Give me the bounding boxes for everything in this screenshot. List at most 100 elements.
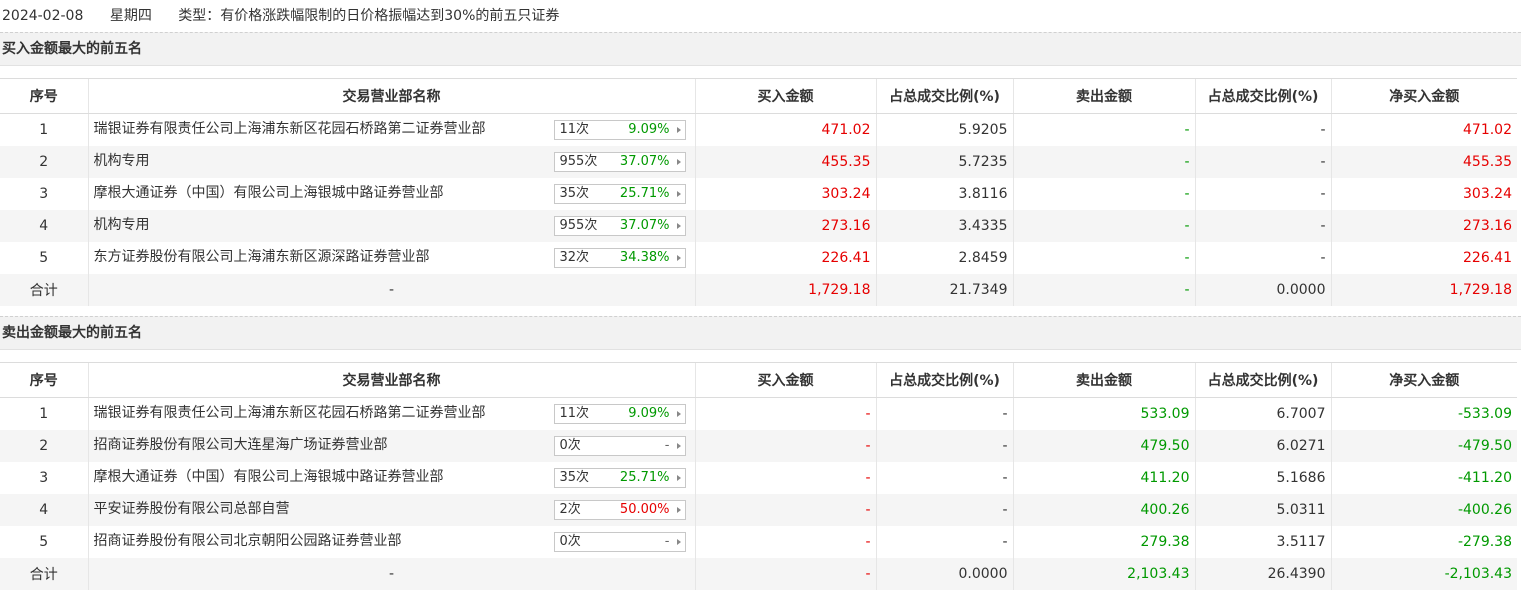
buy-amount: 273.16 [694, 210, 876, 242]
broker-name-link[interactable]: 摩根大通证券（中国）有限公司上海银城中路证券营业部 [94, 466, 444, 486]
sell-ratio: - [1194, 113, 1331, 146]
broker-name-link[interactable]: 瑞银证券有限责任公司上海浦东新区花园石桥路第二证券营业部 [94, 402, 486, 422]
broker-cell: 东方证券股份有限公司上海浦东新区源深路证券营业部 32次 34.38% [87, 242, 695, 274]
row-index: 1 [39, 406, 49, 422]
broker-cell: 瑞银证券有限责任公司上海浦东新区花园石桥路第二证券营业部 11次 9.09% [87, 397, 695, 430]
broker-stats-badge[interactable]: 35次 25.71% [553, 468, 686, 488]
broker-name-link[interactable]: 机构专用 [94, 214, 150, 234]
listing-count: 11次 [559, 122, 590, 137]
caret-right-icon [676, 411, 681, 417]
buy-table: 序号 交易营业部名称 买入金额 占总成交比例(%) 卖出金额 占总成交比例(%)… [0, 78, 1517, 306]
listing-count: 955次 [559, 218, 598, 233]
col-idx-header: 序号 [0, 362, 88, 398]
rise-rate: 25.71% [619, 186, 670, 201]
listing-count: 35次 [559, 186, 590, 201]
sell-amount: - [1012, 113, 1195, 146]
rise-rate: 34.38% [619, 250, 670, 265]
broker-name-link[interactable]: 平安证券股份有限公司总部自营 [94, 498, 290, 518]
total-sell-ratio: 0.0000 [1194, 274, 1331, 306]
rise-rate: - [664, 438, 670, 453]
table-row: 1 瑞银证券有限责任公司上海浦东新区花园石桥路第二证券营业部 11次 9.09%… [0, 113, 1517, 146]
rise-rate: - [664, 534, 670, 549]
net-amount: -411.20 [1330, 462, 1517, 494]
info-bar: 2024-02-08 星期四 类型：有价格涨跌幅限制的日价格振幅达到30%的前五… [0, 0, 1521, 32]
buy-amount: - [694, 494, 876, 526]
buy-amount: - [694, 430, 876, 462]
sell-amount: - [1012, 178, 1195, 210]
rise-rate: 50.00% [619, 502, 670, 517]
broker-name-link[interactable]: 招商证券股份有限公司北京朝阳公园路证券营业部 [94, 530, 402, 550]
listing-count: 0次 [559, 534, 581, 549]
sell-amount: 533.09 [1012, 397, 1195, 430]
sell-amount: - [1012, 242, 1195, 274]
col-name-header: 交易营业部名称 [87, 362, 695, 398]
table-row: 3 摩根大通证券（中国）有限公司上海银城中路证券营业部 35次 25.71% 3… [0, 178, 1517, 210]
broker-name-link[interactable]: 东方证券股份有限公司上海浦东新区源深路证券营业部 [94, 246, 430, 266]
total-row: 合计 - 1,729.18 21.7349 - 0.0000 1,729.18 [0, 274, 1517, 306]
total-sell-amount: - [1012, 274, 1195, 306]
net-amount: -479.50 [1330, 430, 1517, 462]
broker-cell: 摩根大通证券（中国）有限公司上海银城中路证券营业部 35次 25.71% [87, 178, 695, 210]
net-amount: -533.09 [1330, 397, 1517, 430]
buy-amount: - [694, 397, 876, 430]
sell-table-header: 序号 交易营业部名称 买入金额 占总成交比例(%) 卖出金额 占总成交比例(%)… [0, 362, 1517, 398]
col-buy-pct-header: 占总成交比例(%) [875, 362, 1013, 398]
total-buy-amount: - [694, 558, 876, 590]
weekday: 星期四 [109, 8, 152, 24]
broker-name-link[interactable]: 招商证券股份有限公司大连星海广场证券营业部 [94, 434, 388, 454]
broker-stats-badge[interactable]: 2次 50.00% [553, 500, 686, 520]
listing-count: 0次 [559, 438, 581, 453]
caret-right-icon [676, 159, 681, 165]
broker-stats-badge[interactable]: 35次 25.71% [553, 184, 686, 204]
caret-right-icon [676, 539, 681, 545]
broker-stats-badge[interactable]: 32次 34.38% [553, 248, 686, 268]
total-buy-ratio: 21.7349 [875, 274, 1013, 306]
col-net-header: 净买入金额 [1330, 78, 1517, 114]
col-sell-header: 卖出金额 [1012, 362, 1195, 398]
sell-ratio: 6.7007 [1194, 397, 1331, 430]
buy-ratio: - [875, 462, 1013, 494]
caret-right-icon [676, 223, 681, 229]
broker-name-link[interactable]: 瑞银证券有限责任公司上海浦东新区花园石桥路第二证券营业部 [94, 118, 486, 138]
trade-date: 2024-02-08 [2, 8, 84, 24]
net-amount: 273.16 [1330, 210, 1517, 242]
broker-stats-badge[interactable]: 11次 9.09% [553, 120, 686, 140]
broker-stats-badge[interactable]: 0次 - [553, 436, 686, 456]
total-name: - [87, 274, 695, 306]
total-net-amount: 1,729.18 [1330, 274, 1517, 306]
table-row: 5 东方证券股份有限公司上海浦东新区源深路证券营业部 32次 34.38% 22… [0, 242, 1517, 274]
broker-stats-badge[interactable]: 955次 37.07% [553, 152, 686, 172]
total-label: 合计 [0, 274, 88, 306]
sell-table: 序号 交易营业部名称 买入金额 占总成交比例(%) 卖出金额 占总成交比例(%)… [0, 362, 1517, 590]
broker-stats-badge[interactable]: 0次 - [553, 532, 686, 552]
sell-ratio: - [1194, 178, 1331, 210]
broker-stats-badge[interactable]: 11次 9.09% [553, 404, 686, 424]
broker-cell: 平安证券股份有限公司总部自营 2次 50.00% [87, 494, 695, 526]
net-amount: 471.02 [1330, 113, 1517, 146]
sell-ratio: 5.1686 [1194, 462, 1331, 494]
caret-right-icon [676, 507, 681, 513]
row-index: 3 [39, 186, 49, 202]
total-name: - [87, 558, 695, 590]
total-sell-ratio: 26.4390 [1194, 558, 1331, 590]
row-index: 3 [39, 470, 49, 486]
buy-section-title: 买入金额最大的前五名 [0, 32, 1521, 66]
net-amount: 226.41 [1330, 242, 1517, 274]
broker-cell: 瑞银证券有限责任公司上海浦东新区花园石桥路第二证券营业部 11次 9.09% [87, 113, 695, 146]
buy-amount: 455.35 [694, 146, 876, 178]
buy-ratio: 5.9205 [875, 113, 1013, 146]
row-index: 4 [0, 494, 88, 526]
type-label: 类型：有价格涨跌幅限制的日价格振幅达到30%的前五只证券 [178, 8, 560, 24]
net-amount: 303.24 [1330, 178, 1517, 210]
listing-count: 955次 [559, 154, 598, 169]
col-name-header: 交易营业部名称 [87, 78, 695, 114]
broker-stats-badge[interactable]: 955次 37.07% [553, 216, 686, 236]
broker-name-link[interactable]: 摩根大通证券（中国）有限公司上海银城中路证券营业部 [94, 182, 444, 202]
row-index: 2 [0, 430, 88, 462]
sell-amount: 479.50 [1012, 430, 1195, 462]
caret-right-icon [676, 191, 681, 197]
broker-name-link[interactable]: 机构专用 [94, 150, 150, 170]
buy-ratio: 3.8116 [875, 178, 1013, 210]
buy-amount: - [694, 526, 876, 558]
caret-right-icon [676, 255, 681, 261]
